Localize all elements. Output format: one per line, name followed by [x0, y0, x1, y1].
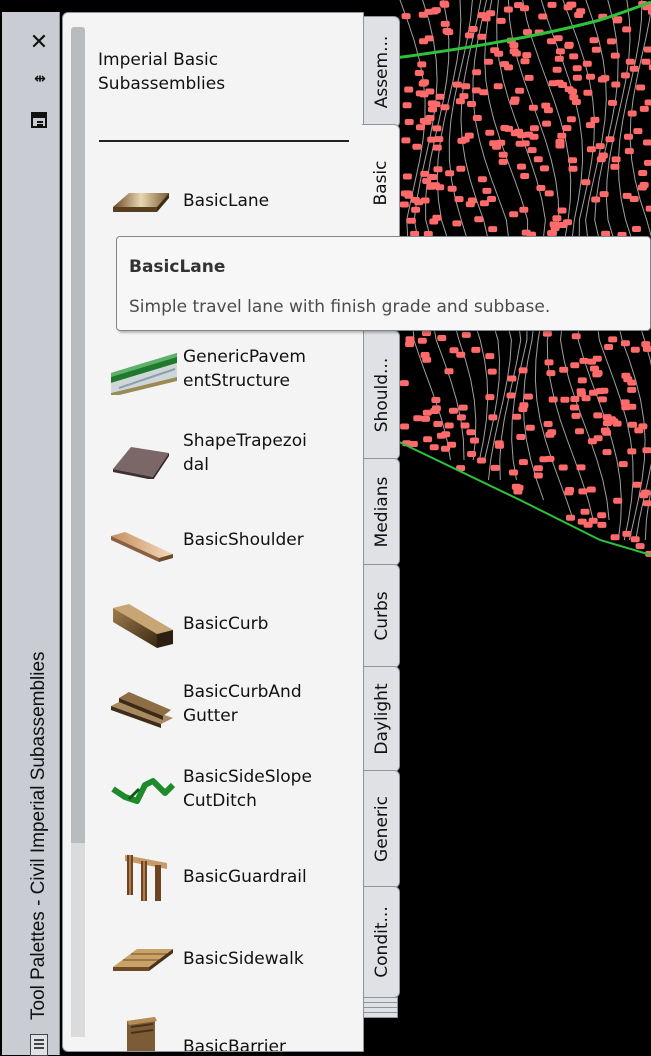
- basic-barrier-icon: [127, 1017, 157, 1051]
- tab-shoulders[interactable]: Should...: [364, 330, 400, 460]
- palette-title-strip[interactable]: ✕ ⇹ Tool Palettes - Civil Imperial Subas…: [2, 12, 60, 1056]
- basic-curb-icon: [113, 604, 173, 648]
- scrollbar-track[interactable]: [71, 843, 85, 1037]
- basic-sidewalk-icon: [113, 949, 173, 971]
- palette-content: Imperial Basic Subassemblies BasicLane G…: [62, 12, 364, 1052]
- tab-basic[interactable]: Basic: [362, 124, 400, 242]
- tab-assemblies[interactable]: Assem...: [364, 16, 400, 128]
- tool-tooltip: BasicLane Simple travel lane with finish…: [116, 236, 651, 331]
- tooltip-description: Simple travel lane with finish grade and…: [129, 297, 551, 317]
- tool-label: BasicCurb: [183, 614, 269, 634]
- tool-basic-guardrail[interactable]: BasicGuardrail: [109, 849, 359, 907]
- tool-label: BasicSideSlope CutDitch: [183, 767, 312, 811]
- close-icon[interactable]: ✕: [22, 32, 56, 54]
- shape-trapezoidal-icon: [113, 447, 169, 479]
- palette-heading: Imperial Basic Subassemblies: [98, 50, 226, 94]
- tool-label: BasicBarrier: [183, 1037, 286, 1052]
- tool-basic-lane[interactable]: BasicLane: [109, 173, 359, 231]
- basic-shoulder-icon: [111, 532, 173, 562]
- tool-palette-window: ✕ ⇹ Tool Palettes - Civil Imperial Subas…: [0, 0, 402, 1056]
- basic-curb-and-gutter-icon: [111, 692, 173, 728]
- tool-basic-side-slope-cut-ditch[interactable]: BasicSideSlope CutDitch: [109, 763, 359, 821]
- generic-pavement-icon: [111, 353, 177, 395]
- tool-basic-sidewalk[interactable]: BasicSidewalk: [109, 931, 359, 989]
- tab-daylight[interactable]: Daylight: [364, 666, 400, 772]
- palette-menu-icon[interactable]: [30, 1034, 48, 1056]
- tab-overflow-stack[interactable]: [364, 997, 398, 1024]
- tool-label: BasicGuardrail: [183, 867, 307, 887]
- tab-medians[interactable]: Medians: [364, 458, 400, 566]
- tool-label: BasicShoulder: [183, 530, 304, 550]
- heading-divider: [99, 140, 349, 142]
- tool-label: BasicSidewalk: [183, 949, 304, 969]
- tab-curbs[interactable]: Curbs: [364, 564, 400, 668]
- tool-basic-curb[interactable]: BasicCurb: [109, 596, 359, 654]
- tool-basic-curb-and-gutter[interactable]: BasicCurbAnd Gutter: [109, 678, 359, 736]
- tool-label: GenericPavem entStructure: [183, 347, 306, 391]
- tool-label: BasicLane: [183, 191, 270, 211]
- tab-conditional[interactable]: Condit...: [364, 886, 400, 998]
- tool-basic-barrier[interactable]: BasicBarrier: [109, 1015, 359, 1052]
- tool-generic-pavement-structure[interactable]: GenericPavem entStructure: [109, 343, 359, 401]
- basic-guardrail-icon: [125, 855, 167, 901]
- tab-generic[interactable]: Generic: [364, 770, 400, 888]
- basic-lane-icon: [113, 193, 169, 212]
- palette-tabs: Assem... Basic Should... Medians Curbs D…: [362, 12, 402, 1024]
- tool-basic-shoulder[interactable]: BasicShoulder: [109, 512, 359, 570]
- basic-side-slope-cut-ditch-icon: [111, 778, 176, 804]
- tooltip-title: BasicLane: [129, 257, 226, 277]
- properties-icon[interactable]: [22, 110, 56, 132]
- tool-shape-trapezoidal[interactable]: ShapeTrapezoi dal: [109, 427, 359, 485]
- tool-label: ShapeTrapezoi dal: [183, 431, 307, 475]
- auto-hide-icon[interactable]: ⇹: [22, 68, 56, 90]
- tool-label: BasicCurbAnd Gutter: [183, 682, 302, 726]
